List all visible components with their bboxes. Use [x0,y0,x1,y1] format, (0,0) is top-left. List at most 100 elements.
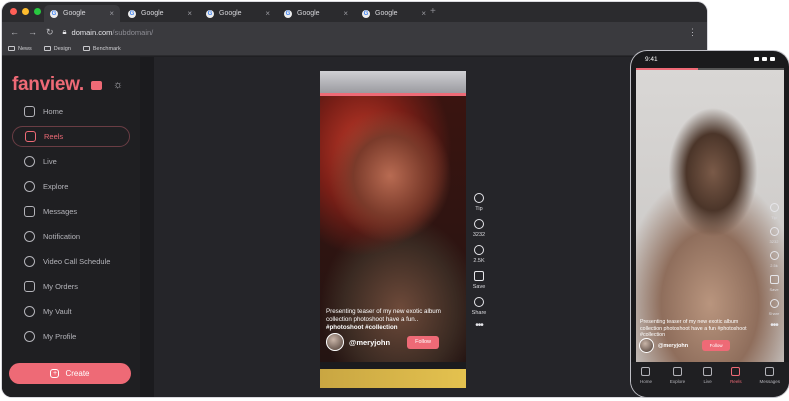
browser-tab[interactable]: G Google × [200,5,276,22]
more-options-icon[interactable]: ••• [770,321,778,331]
comment-button[interactable]: 2.5k [769,251,779,268]
previous-reel-preview [320,71,466,93]
sidebar-item-my-orders[interactable]: My Orders [12,276,130,297]
google-icon: G [284,9,292,18]
google-icon: G [362,9,370,18]
tab-label: Reels [730,379,742,384]
author-username[interactable]: @meryjohn [658,343,688,349]
comment-button[interactable]: 2.5K [473,245,485,264]
new-tab-button[interactable]: + [430,6,436,17]
avatar[interactable] [326,333,344,351]
google-icon: G [206,9,214,18]
follow-button[interactable]: Follow [702,340,731,351]
sidebar-item-reels[interactable]: Reels [12,126,130,147]
maximize-window-button[interactable] [34,8,41,15]
action-label: Save [472,284,486,290]
back-arrow-icon[interactable]: ← [10,27,19,37]
phone-mockup: 9:41 Presenting teaser of my new exotic … [631,51,789,397]
bookmark-item[interactable]: News [8,46,32,52]
google-icon: G [50,9,58,18]
folder-icon [82,46,90,51]
like-button[interactable]: 3232 [769,227,779,244]
browser-tab[interactable]: G Google × [278,5,354,22]
reload-icon[interactable]: ↻ [46,27,54,38]
sidebar-item-label: My Vault [43,307,72,316]
sidebar-item-label: Live [43,157,57,166]
tab-messages[interactable]: Messages [759,367,781,384]
wallet-icon[interactable] [91,81,102,90]
explore-icon [24,181,35,192]
author-username[interactable]: @meryjohn [349,338,390,347]
google-icon: G [128,9,136,18]
reel-card[interactable]: Presenting teaser of my new exotic album… [320,71,466,388]
tab-reels[interactable]: Reels [730,367,742,384]
tip-button[interactable]: Tip [474,193,484,212]
url-field[interactable]: 🔒︎ domain.com/subdomain/ [63,27,154,37]
reel-caption: Presenting teaser of my new exotic album… [640,319,747,338]
follow-button[interactable]: Follow [407,335,440,349]
browser-menu-icon[interactable]: ⋮ [688,27,697,38]
sidebar: fanview. ☼ Home Reels Live Explore Messa… [2,57,140,397]
sidebar-item-label: Notification [43,232,81,241]
reels-icon [731,367,741,376]
sidebar-item-live[interactable]: Live [12,151,130,172]
create-label: Create [65,369,90,378]
logo[interactable]: fanview. [12,74,84,96]
tab-home[interactable]: Home [640,367,652,384]
tab-live[interactable]: Live [703,367,713,384]
stage: G Google × G Google × G Google × G Googl… [0,0,789,401]
sidebar-item-video-call-schedule[interactable]: Video Call Schedule [12,251,130,272]
wifi-icon [762,57,767,61]
sidebar-item-home[interactable]: Home [12,101,130,122]
action-label: Tip [475,206,483,212]
forward-arrow-icon[interactable]: → [28,27,37,37]
save-button[interactable]: Save [472,271,486,290]
close-tab-icon[interactable]: × [187,9,192,18]
tab-explore[interactable]: Explore [670,367,685,384]
tab-label: Messages [759,379,781,384]
reel-hashtags[interactable]: #photoshoot #collection [326,324,398,331]
tab-label: Home [639,379,652,384]
sidebar-nav: Home Reels Live Explore Messages Notific… [12,101,130,351]
sidebar-item-label: Reels [44,132,64,141]
tip-button[interactable]: Tip [769,203,779,220]
comment-count: 2.5k [770,263,778,268]
like-button[interactable]: 3232 [473,219,485,238]
share-button[interactable]: Share [472,297,486,316]
action-label: Tip [771,215,777,220]
reel-author: @meryjohn Follow [639,338,731,353]
bookmark-item[interactable]: Design [43,46,71,52]
sidebar-item-messages[interactable]: Messages [12,201,130,222]
reel-actions: Tip 3232 2.5K Save Share ••• [468,193,490,331]
close-tab-icon[interactable]: × [109,9,114,18]
more-options-icon[interactable]: ••• [475,321,483,331]
sidebar-item-notification[interactable]: Notification [12,226,130,247]
avatar[interactable] [639,338,654,353]
close-window-button[interactable] [10,8,17,15]
minimize-window-button[interactable] [22,8,29,15]
heart-icon [474,219,484,229]
sidebar-item-my-vault[interactable]: My Vault [12,301,130,322]
reel-caption: Presenting teaser of my new exotic album… [326,308,446,332]
close-tab-icon[interactable]: × [343,9,348,18]
create-button[interactable]: + Create [9,363,131,384]
theme-toggle-icon[interactable]: ☼ [113,79,123,91]
tab-label: Google [63,10,86,17]
sidebar-item-my-profile[interactable]: My Profile [12,326,130,347]
sidebar-item-label: My Orders [43,282,79,291]
reel-actions: Tip 3232 2.5k Save Share ••• [766,203,782,331]
browser-tab[interactable]: G Google × [44,5,120,22]
browser-tab[interactable]: G Google × [122,5,198,22]
close-tab-icon[interactable]: × [421,9,426,18]
browser-tab[interactable]: G Google × [356,5,432,22]
tab-label: Google [141,10,164,17]
reel-caption-text: Presenting teaser of my new exotic album… [326,308,441,323]
bookmark-item[interactable]: Benchmark [82,46,121,52]
save-button[interactable]: Save [769,275,779,292]
comment-icon [473,245,484,255]
share-icon [474,297,484,307]
sidebar-item-label: My Profile [43,332,77,341]
close-tab-icon[interactable]: × [265,9,270,18]
sidebar-item-explore[interactable]: Explore [12,176,130,197]
share-button[interactable]: Share [769,299,779,316]
